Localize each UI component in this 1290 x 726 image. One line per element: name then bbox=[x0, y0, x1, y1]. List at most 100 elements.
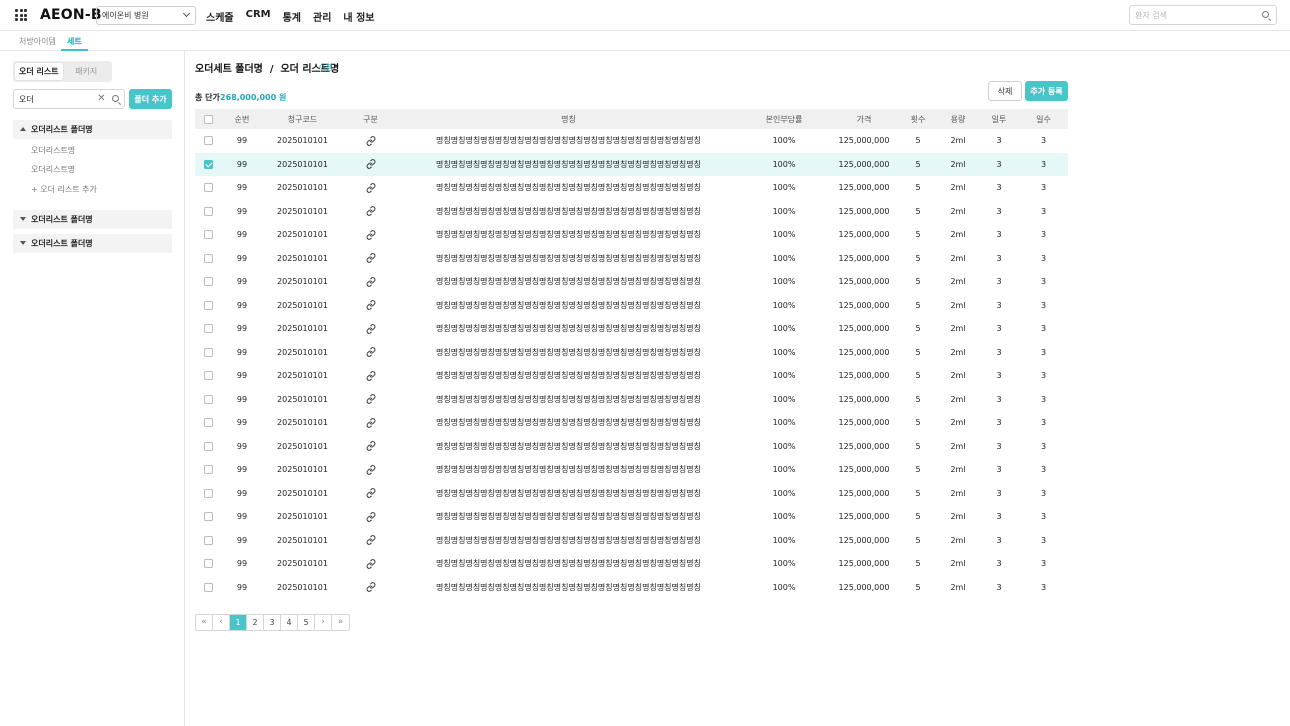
row-checkbox[interactable] bbox=[204, 465, 213, 475]
cell-code: 2025010101 bbox=[277, 394, 328, 404]
cell-price: 125,000,000 bbox=[838, 512, 890, 522]
row-checkbox[interactable] bbox=[204, 206, 213, 216]
table-row[interactable]: 99 2025010101 명칭명칭명칭명칭명칭명칭명칭명칭명칭명칭명칭명칭명칭명칭… bbox=[195, 270, 1068, 294]
table-row[interactable]: 99 2025010101 명칭명칭명칭명칭명칭명칭명칭명칭명칭명칭명칭명칭명칭명칭… bbox=[195, 505, 1068, 529]
row-checkbox[interactable] bbox=[204, 559, 213, 569]
row-select-cell bbox=[195, 129, 222, 153]
row-checkbox[interactable] bbox=[204, 347, 213, 357]
page-button-1[interactable]: 1 bbox=[230, 615, 247, 630]
cell-daily-dose: 3 bbox=[996, 277, 1002, 287]
folder-name: 오더리스트 폴더명 bbox=[31, 239, 93, 248]
page-button-2[interactable]: 2 bbox=[247, 615, 264, 630]
table-row[interactable]: 99 2025010101 명칭명칭명칭명칭명칭명칭명칭명칭명칭명칭명칭명칭명칭명칭… bbox=[195, 411, 1068, 435]
page-button-5[interactable]: 5 bbox=[298, 615, 315, 630]
table-row[interactable]: 99 2025010101 명칭명칭명칭명칭명칭명칭명칭명칭명칭명칭명칭명칭명칭명칭… bbox=[195, 576, 1068, 600]
row-checkbox[interactable] bbox=[204, 394, 213, 404]
cell-price: 125,000,000 bbox=[838, 371, 890, 381]
table-row[interactable]: 99 2025010101 명칭명칭명칭명칭명칭명칭명칭명칭명칭명칭명칭명칭명칭명칭… bbox=[195, 317, 1068, 341]
row-checkbox[interactable] bbox=[204, 159, 213, 169]
table-row[interactable]: 99 2025010101 명칭명칭명칭명칭명칭명칭명칭명칭명칭명칭명칭명칭명칭명칭… bbox=[195, 152, 1068, 176]
table-row[interactable]: 99 2025010101 명칭명칭명칭명칭명칭명칭명칭명칭명칭명칭명칭명칭명칭명칭… bbox=[195, 247, 1068, 271]
table-row[interactable]: 99 2025010101 명칭명칭명칭명칭명칭명칭명칭명칭명칭명칭명칭명칭명칭명칭… bbox=[195, 200, 1068, 224]
row-checkbox[interactable] bbox=[204, 535, 213, 545]
cell-days: 3 bbox=[1040, 559, 1047, 569]
clear-icon[interactable]: ✕ bbox=[96, 93, 107, 105]
cell-category bbox=[343, 341, 398, 365]
table-row[interactable]: 99 2025010101 명칭명칭명칭명칭명칭명칭명칭명칭명칭명칭명칭명칭명칭명칭… bbox=[195, 223, 1068, 247]
edit-link[interactable]: 수정 bbox=[318, 62, 333, 73]
order-list-item[interactable]: 오더리스트명 bbox=[31, 145, 75, 156]
page-button-4[interactable]: 4 bbox=[281, 615, 298, 630]
cell-name: 명칭명칭명칭명칭명칭명칭명칭명칭명칭명칭명칭명칭명칭명칭명칭명칭명칭명칭 bbox=[398, 152, 739, 176]
table-row[interactable]: 99 2025010101 명칭명칭명칭명칭명칭명칭명칭명칭명칭명칭명칭명칭명칭명칭… bbox=[195, 458, 1068, 482]
cell-category bbox=[343, 129, 398, 153]
table-row[interactable]: 99 2025010101 명칭명칭명칭명칭명칭명칭명칭명칭명칭명칭명칭명칭명칭명칭… bbox=[195, 176, 1068, 200]
cell-price: 125,000,000 bbox=[838, 441, 890, 451]
expand-icon bbox=[20, 241, 26, 245]
patient-search-input[interactable] bbox=[1130, 6, 1250, 24]
cell-price: 125,000,000 bbox=[838, 394, 890, 404]
row-checkbox[interactable] bbox=[204, 441, 213, 451]
nav-crm[interactable]: CRM bbox=[246, 9, 271, 24]
cell-code: 2025010101 bbox=[277, 347, 328, 357]
search-icon[interactable] bbox=[112, 95, 119, 102]
delete-button[interactable]: 삭제 bbox=[988, 81, 1022, 101]
add-order-list-link[interactable]: + 오더 리스트 추가 bbox=[31, 184, 97, 195]
row-checkbox[interactable] bbox=[204, 300, 213, 310]
folder-3[interactable]: 오더리스트 폴더명 bbox=[13, 234, 172, 253]
cell-category bbox=[343, 482, 398, 506]
nav-stats[interactable]: 통계 bbox=[283, 9, 301, 24]
segment-order-list[interactable]: 오더 리스트 bbox=[15, 63, 63, 80]
table-row[interactable]: 99 2025010101 명칭명칭명칭명칭명칭명칭명칭명칭명칭명칭명칭명칭명칭명칭… bbox=[195, 529, 1068, 553]
cell-code: 2025010101 bbox=[262, 152, 343, 176]
table-row[interactable]: 99 2025010101 명칭명칭명칭명칭명칭명칭명칭명칭명칭명칭명칭명칭명칭명칭… bbox=[195, 129, 1068, 153]
table-row[interactable]: 99 2025010101 명칭명칭명칭명칭명칭명칭명칭명칭명칭명칭명칭명칭명칭명칭… bbox=[195, 482, 1068, 506]
table-row[interactable]: 99 2025010101 명칭명칭명칭명칭명칭명칭명칭명칭명칭명칭명칭명칭명칭명칭… bbox=[195, 552, 1068, 576]
table-row[interactable]: 99 2025010101 명칭명칭명칭명칭명칭명칭명칭명칭명칭명칭명칭명칭명칭명칭… bbox=[195, 294, 1068, 318]
folder-2[interactable]: 오더리스트 폴더명 bbox=[13, 210, 172, 229]
select-all-checkbox[interactable] bbox=[204, 114, 213, 124]
nav-admin[interactable]: 관리 bbox=[313, 9, 331, 24]
nav-schedule[interactable]: 스케줄 bbox=[206, 9, 234, 24]
app-grid-icon[interactable] bbox=[15, 9, 27, 21]
pagination: « ‹ 1 2 3 4 5 › » bbox=[195, 614, 350, 631]
order-list-item[interactable]: 오더리스트명 bbox=[31, 164, 75, 175]
row-checkbox[interactable] bbox=[204, 253, 213, 263]
row-checkbox[interactable] bbox=[204, 230, 213, 240]
row-checkbox[interactable] bbox=[204, 324, 213, 334]
table-row[interactable]: 99 2025010101 명칭명칭명칭명칭명칭명칭명칭명칭명칭명칭명칭명칭명칭명칭… bbox=[195, 435, 1068, 459]
cell-name: 명칭명칭명칭명칭명칭명칭명칭명칭명칭명칭명칭명칭명칭명칭명칭명칭명칭명칭 bbox=[436, 465, 701, 475]
folder-1[interactable]: 오더리스트 폴더명 bbox=[13, 120, 172, 139]
table-row[interactable]: 99 2025010101 명칭명칭명칭명칭명칭명칭명칭명칭명칭명칭명칭명칭명칭명칭… bbox=[195, 364, 1068, 388]
nav-my-info[interactable]: 내 정보 bbox=[343, 9, 374, 24]
link-icon bbox=[366, 323, 376, 334]
cell-daily-dose: 3 bbox=[996, 230, 1002, 240]
row-checkbox[interactable] bbox=[204, 418, 213, 428]
table-row[interactable]: 99 2025010101 명칭명칭명칭명칭명칭명칭명칭명칭명칭명칭명칭명칭명칭명칭… bbox=[195, 341, 1068, 365]
row-checkbox[interactable] bbox=[204, 136, 213, 146]
last-page-button[interactable]: » bbox=[332, 615, 349, 630]
page-button-3[interactable]: 3 bbox=[264, 615, 281, 630]
sidebar-search-input[interactable] bbox=[14, 90, 86, 108]
prev-page-button[interactable]: ‹ bbox=[213, 615, 230, 630]
tab-sets[interactable]: 세트 bbox=[67, 36, 82, 47]
cell-code: 2025010101 bbox=[277, 206, 328, 216]
cell-code: 2025010101 bbox=[277, 324, 328, 334]
row-checkbox[interactable] bbox=[204, 277, 213, 287]
cell-name: 명칭명칭명칭명칭명칭명칭명칭명칭명칭명칭명칭명칭명칭명칭명칭명칭명칭명칭 bbox=[436, 324, 701, 334]
search-icon[interactable] bbox=[1262, 11, 1269, 18]
row-checkbox[interactable] bbox=[204, 488, 213, 498]
first-page-button[interactable]: « bbox=[196, 615, 213, 630]
row-checkbox[interactable] bbox=[204, 183, 213, 193]
row-checkbox[interactable] bbox=[204, 512, 213, 522]
cell-copay-rate: 100% bbox=[772, 206, 796, 216]
next-page-button[interactable]: › bbox=[315, 615, 332, 630]
row-checkbox[interactable] bbox=[204, 371, 213, 381]
segment-package[interactable]: 패키지 bbox=[63, 63, 111, 80]
add-folder-button[interactable]: 폴더 추가 bbox=[129, 89, 172, 109]
tab-prescription-items[interactable]: 처방아이템 bbox=[19, 36, 56, 47]
hospital-select[interactable]: 에이온비 병원 bbox=[96, 6, 196, 25]
table-row[interactable]: 99 2025010101 명칭명칭명칭명칭명칭명칭명칭명칭명칭명칭명칭명칭명칭명칭… bbox=[195, 388, 1068, 412]
add-register-button[interactable]: 추가 등록 bbox=[1025, 81, 1068, 101]
row-checkbox[interactable] bbox=[204, 582, 213, 592]
